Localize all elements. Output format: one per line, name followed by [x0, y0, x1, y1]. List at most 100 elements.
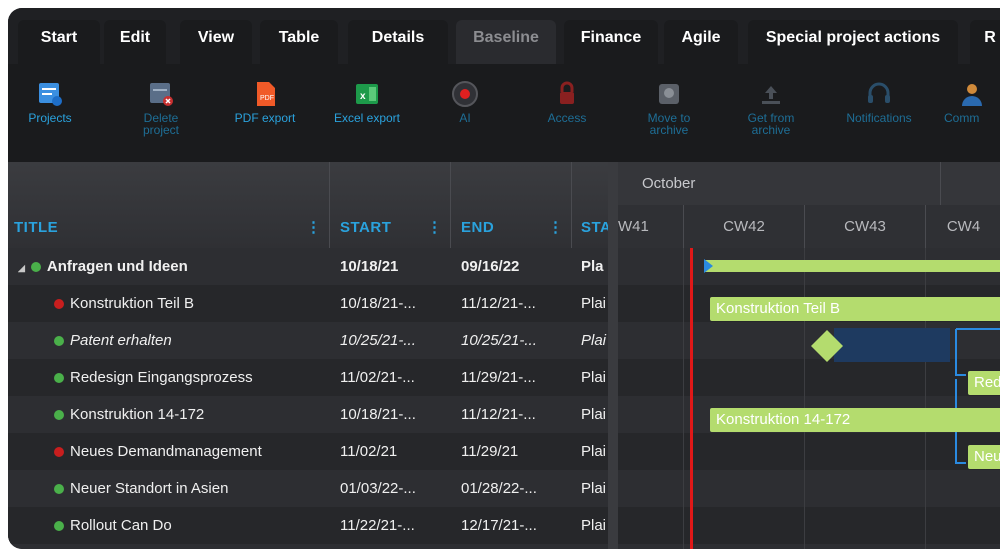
- column-title[interactable]: TITLE ⋮: [8, 162, 330, 248]
- status-dot-icon: [54, 373, 64, 383]
- column-menu-icon[interactable]: ⋮: [548, 218, 563, 236]
- week-label: W41: [618, 218, 649, 235]
- row-title: Rollout Can Do: [70, 517, 172, 534]
- week-label: CW42: [683, 205, 804, 248]
- column-start[interactable]: START ⋮: [330, 162, 451, 248]
- row-end: 11/12/21-...: [461, 406, 536, 423]
- task-bar[interactable]: Red: [968, 371, 1000, 395]
- week-gridline: [683, 248, 684, 549]
- column-menu-icon[interactable]: ⋮: [427, 218, 442, 236]
- column-menu-icon[interactable]: ⋮: [306, 218, 321, 236]
- status-dot-icon: [54, 521, 64, 531]
- get-from-archive-button[interactable]: Get from archive: [726, 74, 816, 136]
- table-row[interactable]: Patent erhalten 10/25/21-... 10/25/21-..…: [8, 322, 608, 359]
- table-row[interactable]: ◢ Anfragen und Ideen 10/18/21 09/16/22 Pl…: [8, 248, 608, 285]
- row-start: 11/02/21-...: [340, 369, 415, 386]
- row-start: 10/18/21: [340, 258, 399, 275]
- projects-button[interactable]: Projects: [8, 74, 95, 124]
- row-status: Plai: [581, 369, 607, 386]
- row-status: Plai: [581, 332, 607, 349]
- projects-icon: [39, 83, 62, 106]
- person-icon: [962, 84, 982, 106]
- tab-agile[interactable]: Agile: [664, 20, 738, 64]
- svg-text:x: x: [360, 91, 366, 102]
- row-title: Redesign Eingangsprozess: [70, 369, 253, 386]
- move-to-archive-button[interactable]: Move to archive: [624, 74, 714, 136]
- row-end: 11/12/21-...: [461, 295, 536, 312]
- comm-button[interactable]: Comm: [938, 74, 1000, 124]
- table-row[interactable]: Konstruktion 14-172 10/18/21-... 11/12/2…: [8, 396, 608, 433]
- row-status: Plai: [581, 406, 607, 423]
- pane-splitter[interactable]: [608, 162, 618, 549]
- ribbon-tabbar: Start Edit View Table Details Baseline F…: [8, 8, 1000, 64]
- upload-icon: [762, 86, 780, 104]
- tab-details[interactable]: Details: [348, 20, 448, 64]
- milestone-diamond-icon[interactable]: [810, 329, 844, 363]
- table-row[interactable]: Redesign Eingangsprozess 11/02/21-... 11…: [8, 359, 608, 396]
- week-gridline: [925, 248, 926, 549]
- gantt-chart: October W41 CW42 CW43 CW4 Konstruktion T…: [618, 162, 1000, 549]
- row-status: Plai: [581, 443, 607, 460]
- today-line: [690, 248, 693, 549]
- ai-button[interactable]: AI: [420, 74, 510, 124]
- tab-start[interactable]: Start: [18, 20, 100, 64]
- notifications-button[interactable]: Notifications: [834, 74, 924, 124]
- tab-finance[interactable]: Finance: [564, 20, 658, 64]
- status-dot-icon: [54, 410, 64, 420]
- month-divider: [940, 162, 941, 205]
- status-dot-icon: [30, 262, 41, 272]
- headset-icon: [868, 82, 890, 103]
- delete-project-button[interactable]: Delete project: [116, 74, 206, 136]
- row-end: 12/17/21-...: [461, 517, 537, 534]
- tab-special-project-actions[interactable]: Special project actions: [748, 20, 958, 64]
- tab-table[interactable]: Table: [260, 20, 338, 64]
- gantt-row: [618, 433, 1000, 470]
- task-bar[interactable]: Konstruktion Teil B: [710, 297, 1000, 321]
- row-start: 11/02/21: [340, 443, 398, 460]
- task-bar[interactable]: Konstruktion 14-172: [710, 408, 1000, 432]
- row-title: Anfragen und Ideen: [46, 258, 188, 275]
- table-row[interactable]: Rollout Can Do 11/22/21-... 12/17/21-...…: [8, 507, 608, 544]
- table-row[interactable]: Neues Demandmanagement 11/02/21 11/29/21…: [8, 433, 608, 470]
- column-end[interactable]: END ⋮: [451, 162, 572, 248]
- row-status: Plai: [581, 295, 607, 312]
- month-label: October: [642, 175, 696, 192]
- pdf-export-button[interactable]: PDF PDF export: [220, 74, 310, 124]
- status-dot-icon: [54, 336, 64, 346]
- svg-text:PDF: PDF: [260, 95, 274, 102]
- table-row[interactable]: Neuer Standort in Asien 01/03/22-... 01/…: [8, 470, 608, 507]
- row-start: 10/18/21-...: [340, 406, 416, 423]
- archive-icon: [659, 84, 679, 104]
- row-title: Neuer Standort in Asien: [70, 480, 229, 497]
- row-start: 01/03/22-...: [340, 480, 416, 497]
- tab-baseline[interactable]: Baseline: [456, 20, 556, 64]
- status-dot-icon: [54, 484, 64, 494]
- week-label: CW43: [804, 205, 925, 248]
- task-bar[interactable]: Neu: [968, 445, 1000, 469]
- row-title: Patent erhalten: [70, 332, 172, 349]
- pdf-icon: PDF: [257, 82, 275, 106]
- row-end: 01/28/22-...: [461, 480, 537, 497]
- tab-r[interactable]: R: [970, 20, 1000, 64]
- row-start: 11/22/21-...: [340, 517, 415, 534]
- gantt-week-header: W41 CW42 CW43 CW4: [618, 205, 1000, 248]
- row-status: Plai: [581, 517, 607, 534]
- excel-icon: x: [356, 84, 378, 104]
- tab-view[interactable]: View: [180, 20, 252, 64]
- row-status: Pla: [581, 258, 604, 275]
- excel-export-button[interactable]: x Excel export: [322, 74, 412, 124]
- gantt-row: [618, 470, 1000, 507]
- row-start: 10/18/21-...: [340, 295, 416, 312]
- column-status[interactable]: STA: [572, 162, 611, 248]
- summary-start-marker-icon: [704, 259, 713, 273]
- access-button[interactable]: Access: [522, 74, 612, 124]
- collapse-arrow-icon[interactable]: ◢: [18, 263, 25, 273]
- row-end: 10/25/21-...: [461, 332, 537, 349]
- summary-bar[interactable]: [704, 260, 1000, 272]
- tab-edit[interactable]: Edit: [104, 20, 166, 64]
- ribbon-toolbar: Projects Delete project PDF PDF export x…: [8, 64, 1000, 163]
- row-start: 10/25/21-...: [340, 332, 416, 349]
- gantt-row: [618, 507, 1000, 544]
- table-row[interactable]: Konstruktion Teil B 10/18/21-... 11/12/2…: [8, 285, 608, 322]
- gantt-row: [618, 359, 1000, 396]
